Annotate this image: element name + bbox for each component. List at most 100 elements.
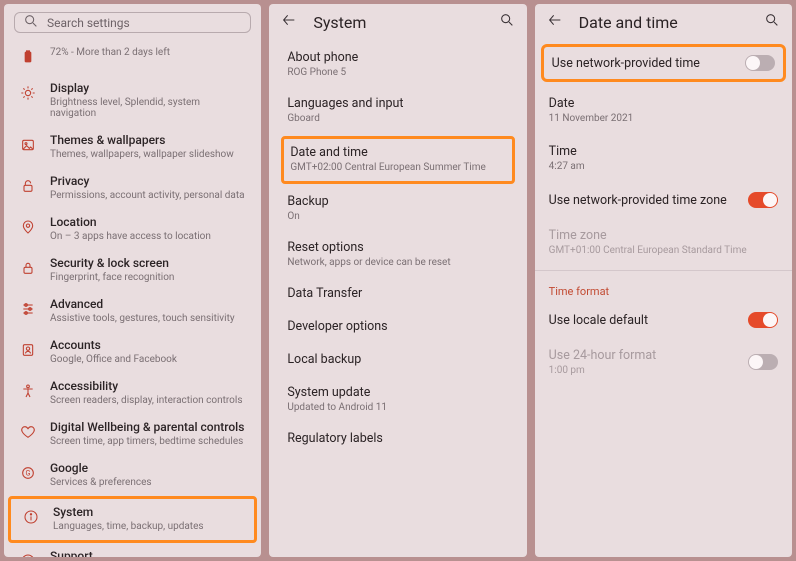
item-subtitle: Brightness level, Splendid, system navig… bbox=[50, 97, 247, 119]
search-icon bbox=[23, 13, 39, 32]
settings-item-support[interactable]: SupportFAQ, ZenTalk, MyASUS bbox=[8, 543, 257, 557]
item-title: Privacy bbox=[50, 174, 247, 188]
item-title: Security & lock screen bbox=[50, 256, 247, 270]
row-label: Date bbox=[549, 96, 778, 111]
item-title: About phone bbox=[287, 50, 508, 65]
item-subtitle: Google, Office and Facebook bbox=[50, 354, 247, 365]
settings-item-google[interactable]: GGoogleServices & preferences bbox=[8, 455, 257, 496]
item-subtitle: Network, apps or device can be reset bbox=[287, 257, 508, 268]
system-item-reset-options[interactable]: Reset options Network, apps or device can… bbox=[287, 232, 508, 278]
row-label: Use 24-hour format bbox=[549, 348, 748, 363]
sliders-icon bbox=[18, 299, 38, 319]
item-title: System update bbox=[287, 385, 508, 400]
item-title: Languages and input bbox=[287, 96, 508, 111]
settings-list: 72% - More than 2 days left Display Bright… bbox=[4, 39, 261, 557]
lock-open-icon bbox=[18, 176, 38, 196]
pin-icon bbox=[18, 217, 38, 237]
settings-item-location[interactable]: Location On – 3 apps have access to locat… bbox=[8, 209, 257, 250]
item-title: Reset options bbox=[287, 240, 508, 255]
settings-item-accessibility[interactable]: AccessibilityScreen readers, display, in… bbox=[8, 373, 257, 414]
back-button[interactable] bbox=[281, 12, 297, 32]
item-title: Support bbox=[50, 549, 247, 557]
system-item-system-update[interactable]: System update Updated to Android 11 bbox=[287, 377, 508, 423]
row-label: Use locale default bbox=[549, 313, 748, 328]
row-value: 1:00 pm bbox=[549, 365, 748, 376]
time-row[interactable]: Time 4:27 am bbox=[535, 134, 792, 182]
use-network-zone-toggle[interactable] bbox=[748, 192, 778, 208]
search-settings[interactable]: Search settings bbox=[14, 12, 251, 33]
item-subtitle: Gboard bbox=[287, 113, 508, 124]
row-value: 4:27 am bbox=[549, 161, 778, 172]
battery-icon bbox=[18, 47, 38, 67]
time-zone-row: Time zone GMT+01:00 Central European Sta… bbox=[535, 218, 792, 266]
row-value: 11 November 2021 bbox=[549, 113, 778, 124]
help-icon bbox=[18, 551, 38, 557]
date-time-pane: Date and time Use network-provided time … bbox=[535, 4, 792, 557]
item-subtitle: Screen readers, display, interaction con… bbox=[50, 395, 247, 406]
heart-icon bbox=[18, 422, 38, 442]
use-network-time-toggle[interactable] bbox=[745, 55, 775, 71]
item-subtitle: 72% - More than 2 days left bbox=[50, 47, 247, 58]
item-subtitle: On – 3 apps have access to location bbox=[50, 231, 247, 242]
search-icon[interactable] bbox=[499, 12, 515, 32]
a11y-icon bbox=[18, 381, 38, 401]
item-title: Backup bbox=[287, 194, 508, 209]
settings-item-themes-wallpapers[interactable]: Themes & wallpapersThemes, wallpapers, w… bbox=[8, 127, 257, 168]
system-item-local-backup[interactable]: Local backup bbox=[287, 344, 508, 377]
item-subtitle: Updated to Android 11 bbox=[287, 402, 508, 413]
back-button[interactable] bbox=[547, 12, 563, 32]
system-pane: System About phone ROG Phone 5 Languages a… bbox=[269, 4, 526, 557]
system-item-about-phone[interactable]: About phone ROG Phone 5 bbox=[287, 42, 508, 88]
use-locale-row[interactable]: Use locale default bbox=[535, 302, 792, 338]
item-title: Developer options bbox=[287, 319, 508, 334]
item-title: Advanced bbox=[50, 297, 247, 311]
search-icon[interactable] bbox=[764, 12, 780, 32]
use-locale-toggle[interactable] bbox=[748, 312, 778, 328]
item-subtitle: Screen time, app timers, bedtime schedul… bbox=[50, 436, 247, 447]
user-icon bbox=[18, 340, 38, 360]
row-label: Time bbox=[549, 144, 778, 159]
item-subtitle: Languages, time, backup, updates bbox=[53, 521, 244, 532]
item-title: Google bbox=[50, 461, 247, 475]
settings-item-privacy[interactable]: Privacy Permissions, account activity, pe… bbox=[8, 168, 257, 209]
svg-text:G: G bbox=[26, 469, 31, 478]
section-time-format: Time format bbox=[535, 275, 792, 302]
settings-item-battery[interactable]: 72% - More than 2 days left bbox=[8, 39, 257, 75]
item-subtitle: ROG Phone 5 bbox=[287, 67, 508, 78]
date-time-header: Date and time bbox=[535, 4, 792, 40]
google-icon: G bbox=[18, 463, 38, 483]
settings-item-advanced[interactable]: Advanced Assistive tools, gestures, touch… bbox=[8, 291, 257, 332]
row-value: GMT+01:00 Central European Standard Time bbox=[549, 245, 778, 256]
system-item-developer-options[interactable]: Developer options bbox=[287, 311, 508, 344]
settings-item-system[interactable]: System Languages, time, backup, updates bbox=[8, 496, 257, 543]
settings-item-digital-wellbeing-parental-controls[interactable]: Digital Wellbeing & parental controls Scr… bbox=[8, 414, 257, 455]
system-item-backup[interactable]: Backup On bbox=[287, 186, 508, 232]
use-network-zone-row[interactable]: Use network-provided time zone bbox=[535, 182, 792, 218]
info-icon bbox=[21, 507, 41, 527]
item-title: Data Transfer bbox=[287, 286, 508, 301]
item-title: Digital Wellbeing & parental controls bbox=[50, 420, 247, 434]
item-subtitle: Fingerprint, face recognition bbox=[50, 272, 247, 283]
settings-item-accounts[interactable]: AccountsGoogle, Office and Facebook bbox=[8, 332, 257, 373]
item-title: Location bbox=[50, 215, 247, 229]
use-network-time-row[interactable]: Use network-provided time bbox=[541, 44, 786, 82]
item-subtitle: GMT+02:00 Central European Summer Time bbox=[290, 162, 505, 173]
item-subtitle: Themes, wallpapers, wallpaper slideshow bbox=[50, 149, 247, 160]
item-subtitle: Assistive tools, gestures, touch sensiti… bbox=[50, 313, 247, 324]
item-title: Regulatory labels bbox=[287, 431, 508, 446]
use-24h-row: Use 24-hour format 1:00 pm bbox=[535, 338, 792, 386]
date-row[interactable]: Date 11 November 2021 bbox=[535, 86, 792, 134]
page-title: System bbox=[313, 13, 366, 32]
item-subtitle: Permissions, account activity, personal … bbox=[50, 190, 247, 201]
settings-root-pane: Search settings 72% - More than 2 days l… bbox=[4, 4, 261, 557]
row-label: Time zone bbox=[549, 228, 778, 243]
settings-item-display[interactable]: Display Brightness level, Splendid, syste… bbox=[8, 75, 257, 127]
system-item-date-and-time[interactable]: Date and timeGMT+02:00 Central European … bbox=[281, 136, 514, 184]
item-title: Display bbox=[50, 81, 247, 95]
item-title: System bbox=[53, 505, 244, 519]
item-subtitle: On bbox=[287, 211, 508, 222]
system-item-languages-and-input[interactable]: Languages and input Gboard bbox=[287, 88, 508, 134]
system-item-regulatory-labels[interactable]: Regulatory labels bbox=[287, 423, 508, 456]
settings-item-security-lock-screen[interactable]: Security & lock screen Fingerprint, face … bbox=[8, 250, 257, 291]
system-item-data-transfer[interactable]: Data Transfer bbox=[287, 278, 508, 311]
